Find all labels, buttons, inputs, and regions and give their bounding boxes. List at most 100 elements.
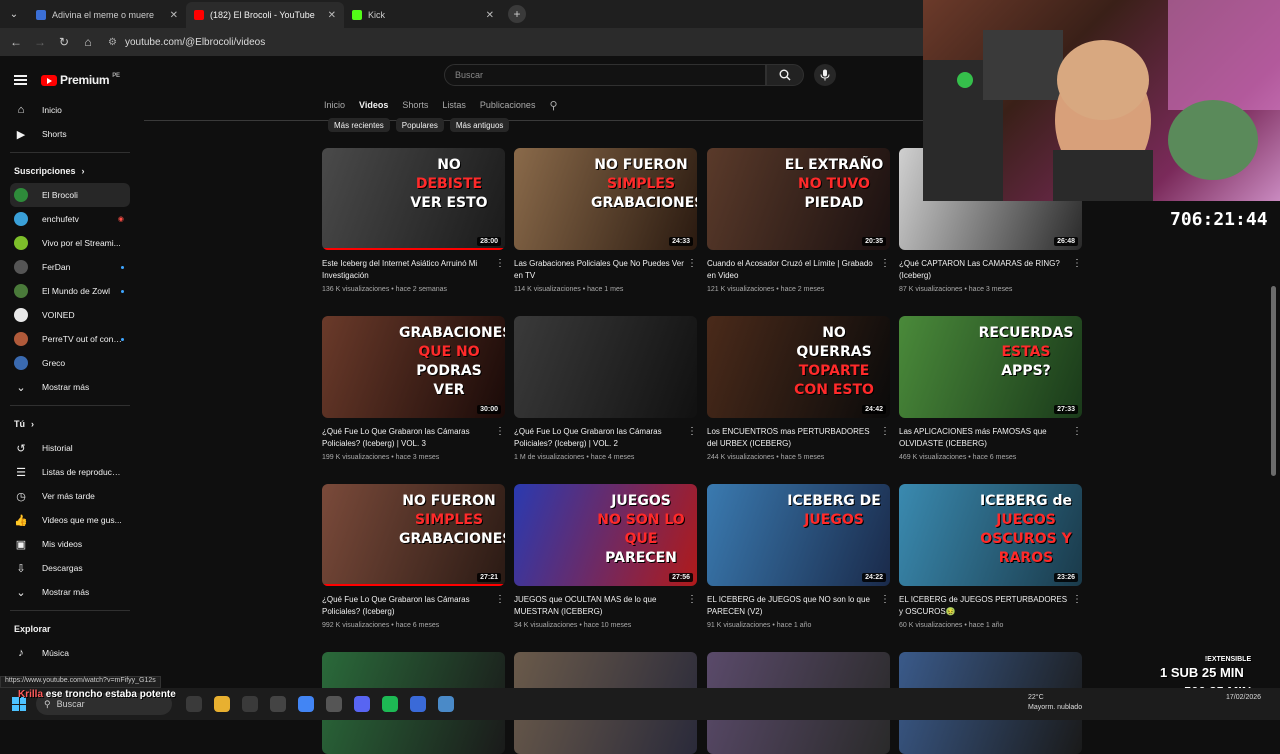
- clock[interactable]: 17/02/2026: [1226, 693, 1261, 703]
- more-options-icon[interactable]: ⋮: [1072, 426, 1082, 437]
- more-options-icon[interactable]: ⋮: [495, 258, 505, 269]
- video-card[interactable]: EL EXTRAÑO NO TUVO PIEDAD 20:35 Cuando el Ac…: [707, 148, 890, 293]
- video-thumbnail[interactable]: NO FUERON SIMPLES GRABACIONES 24:33: [514, 148, 697, 250]
- more-options-icon[interactable]: ⋮: [1072, 258, 1082, 269]
- back-icon[interactable]: ←: [6, 32, 26, 52]
- tab-publicaciones[interactable]: Publicaciones: [480, 100, 536, 110]
- sidebar-item[interactable]: PerreTV out of cont...: [10, 327, 130, 351]
- more-options-icon[interactable]: ⋮: [495, 426, 505, 437]
- close-tab-icon[interactable]: ✕: [486, 10, 494, 21]
- site-info-icon[interactable]: ⚙: [108, 37, 117, 48]
- video-thumbnail[interactable]: ICEBERG DE JUEGOS 24:22: [707, 484, 890, 586]
- video-card[interactable]: NO QUERRAS TOPARTE CON ESTO 24:42 Los ENCUE…: [707, 316, 890, 461]
- video-title[interactable]: Cuando el Acosador Cruzó el Límite | Gra…: [707, 258, 877, 282]
- video-title[interactable]: ¿Qué Fue Lo Que Grabaron las Cámaras Pol…: [514, 426, 684, 450]
- taskbar-app-icon[interactable]: [438, 696, 454, 712]
- weather-widget[interactable]: 22°C Mayorm. nublado: [1008, 693, 1082, 713]
- sidebar-item[interactable]: VOINED: [10, 303, 130, 327]
- address-bar[interactable]: ⚙ youtube.com/@Elbrocoli/videos: [108, 31, 908, 53]
- taskbar-app-icon[interactable]: [298, 696, 314, 712]
- sort-chip[interactable]: Más antiguos: [449, 118, 510, 132]
- voice-search-button[interactable]: [814, 64, 836, 86]
- video-title[interactable]: JUEGOS que OCULTAN MAS de lo que MUESTRA…: [514, 594, 684, 618]
- sidebar-item[interactable]: ◷ Ver más tarde: [10, 484, 130, 508]
- sort-chip[interactable]: Más recientes: [328, 118, 390, 132]
- taskbar-app-icon[interactable]: [326, 696, 342, 712]
- show-more-you[interactable]: ⌄ Mostrar más: [10, 580, 130, 604]
- video-title[interactable]: ¿Qué CAPTARON Las CAMARAS de RING? (Iceb…: [899, 258, 1069, 282]
- browser-tab[interactable]: (182) El Brocoli - YouTube ✕: [186, 2, 344, 28]
- video-thumbnail[interactable]: RECUERDAS ESTAS APPS? 27:33: [899, 316, 1082, 418]
- video-thumbnail[interactable]: ICEBERG de JUEGOS OSCUROS Y RAROS 23:26: [899, 484, 1082, 586]
- search-button[interactable]: [766, 64, 804, 86]
- video-card[interactable]: NO FUERON SIMPLES GRABACIONES 27:21 ¿Qué Fue…: [322, 484, 505, 629]
- browser-tab[interactable]: Adivina el meme o muere ✕: [28, 2, 186, 28]
- home-icon[interactable]: ⌂: [78, 32, 98, 52]
- video-thumbnail[interactable]: JUEGOS NO SON LO QUE PARECEN 27:56: [514, 484, 697, 586]
- more-options-icon[interactable]: ⋮: [687, 594, 697, 605]
- more-options-icon[interactable]: ⋮: [687, 258, 697, 269]
- video-thumbnail[interactable]: NO FUERON SIMPLES GRABACIONES 27:21: [322, 484, 505, 586]
- video-card[interactable]: NO DEBISTE VER ESTO 28:00 Este Iceberg del I…: [322, 148, 505, 293]
- sidebar-item[interactable]: ☰ Listas de reproducc...: [10, 460, 130, 484]
- sidebar-item[interactable]: ▶ Shorts: [10, 122, 130, 146]
- you-header[interactable]: Tú ›: [0, 412, 140, 436]
- sidebar-item[interactable]: Vivo por el Streami...: [10, 231, 130, 255]
- forward-icon[interactable]: →: [30, 32, 50, 52]
- sidebar-item[interactable]: ♪ Música: [10, 641, 130, 665]
- video-card[interactable]: ¿Qué Fue Lo Que Grabaron las Cámaras Pol…: [514, 316, 697, 461]
- tab-search-chevron-icon[interactable]: ⌄: [0, 0, 28, 28]
- browser-tab[interactable]: Kick ✕: [344, 2, 502, 28]
- video-card[interactable]: ICEBERG DE JUEGOS 24:22 EL ICEBERG de JUEGO…: [707, 484, 890, 629]
- taskbar-app-icon[interactable]: [186, 696, 202, 712]
- more-options-icon[interactable]: ⋮: [1072, 594, 1082, 605]
- subscriptions-header[interactable]: Suscripciones ›: [0, 159, 140, 183]
- video-title[interactable]: Los ENCUENTROS mas PERTURBADORES del URB…: [707, 426, 877, 450]
- close-tab-icon[interactable]: ✕: [170, 10, 178, 21]
- video-thumbnail[interactable]: GRABACIONES QUE NO PODRAS VER 30:00: [322, 316, 505, 418]
- sidebar-item[interactable]: El Brocoli: [10, 183, 130, 207]
- video-title[interactable]: Las Grabaciones Policiales Que No Puedes…: [514, 258, 684, 282]
- video-card[interactable]: NO FUERON SIMPLES GRABACIONES 24:33 Las Grab…: [514, 148, 697, 293]
- sidebar-item[interactable]: ⌂ Inicio: [10, 98, 130, 122]
- reload-icon[interactable]: ↻: [54, 32, 74, 52]
- sidebar-item[interactable]: 👍 Videos que me gus...: [10, 508, 130, 532]
- video-card[interactable]: ICEBERG de JUEGOS OSCUROS Y RAROS 23:26 EL …: [899, 484, 1082, 629]
- taskbar-app-icon[interactable]: [382, 696, 398, 712]
- sidebar-item[interactable]: ↺ Historial: [10, 436, 130, 460]
- video-title[interactable]: ¿Qué Fue Lo Que Grabaron las Cámaras Pol…: [322, 426, 492, 450]
- channel-search-icon[interactable]: ⚲: [549, 99, 557, 112]
- youtube-logo[interactable]: Premium PE: [41, 73, 120, 87]
- video-thumbnail[interactable]: EL EXTRAÑO NO TUVO PIEDAD 20:35: [707, 148, 890, 250]
- video-title[interactable]: ¿Qué Fue Lo Que Grabaron las Cámaras Pol…: [322, 594, 492, 618]
- video-card[interactable]: JUEGOS NO SON LO QUE PARECEN 27:56 JUEGOS qu…: [514, 484, 697, 629]
- video-thumbnail[interactable]: NO QUERRAS TOPARTE CON ESTO 24:42: [707, 316, 890, 418]
- sidebar-item[interactable]: ⇩ Descargas: [10, 556, 130, 580]
- taskbar-app-icon[interactable]: [354, 696, 370, 712]
- sidebar-item[interactable]: FerDan: [10, 255, 130, 279]
- more-options-icon[interactable]: ⋮: [880, 594, 890, 605]
- video-thumbnail[interactable]: [514, 316, 697, 418]
- video-title[interactable]: EL ICEBERG de JUEGOS que NO son lo que P…: [707, 594, 877, 618]
- tab-listas[interactable]: Listas: [442, 100, 466, 110]
- more-options-icon[interactable]: ⋮: [495, 594, 505, 605]
- video-card[interactable]: RECUERDAS ESTAS APPS? 27:33 Las APLICACIONES…: [899, 316, 1082, 461]
- more-options-icon[interactable]: ⋮: [880, 426, 890, 437]
- taskbar-app-icon[interactable]: [410, 696, 426, 712]
- taskbar-app-icon[interactable]: [270, 696, 286, 712]
- sidebar-item[interactable]: enchufetv ◉: [10, 207, 130, 231]
- video-card[interactable]: GRABACIONES QUE NO PODRAS VER 30:00 ¿Qué Fue…: [322, 316, 505, 461]
- menu-icon[interactable]: [14, 75, 27, 85]
- new-tab-button[interactable]: +: [508, 5, 526, 23]
- sidebar-item[interactable]: Greco: [10, 351, 130, 375]
- tab-shorts[interactable]: Shorts: [402, 100, 428, 110]
- taskbar-app-icon[interactable]: [214, 696, 230, 712]
- sidebar-item[interactable]: ▣ Mis videos: [10, 532, 130, 556]
- tab-inicio[interactable]: Inicio: [324, 100, 345, 110]
- video-title[interactable]: Este Iceberg del Internet Asiático Arrui…: [322, 258, 492, 282]
- video-title[interactable]: EL ICEBERG de JUEGOS PERTURBADORES y OSC…: [899, 594, 1069, 618]
- scrollbar-thumb[interactable]: [1271, 286, 1276, 476]
- more-options-icon[interactable]: ⋮: [687, 426, 697, 437]
- tab-videos[interactable]: Videos: [359, 100, 388, 110]
- video-thumbnail[interactable]: NO DEBISTE VER ESTO 28:00: [322, 148, 505, 250]
